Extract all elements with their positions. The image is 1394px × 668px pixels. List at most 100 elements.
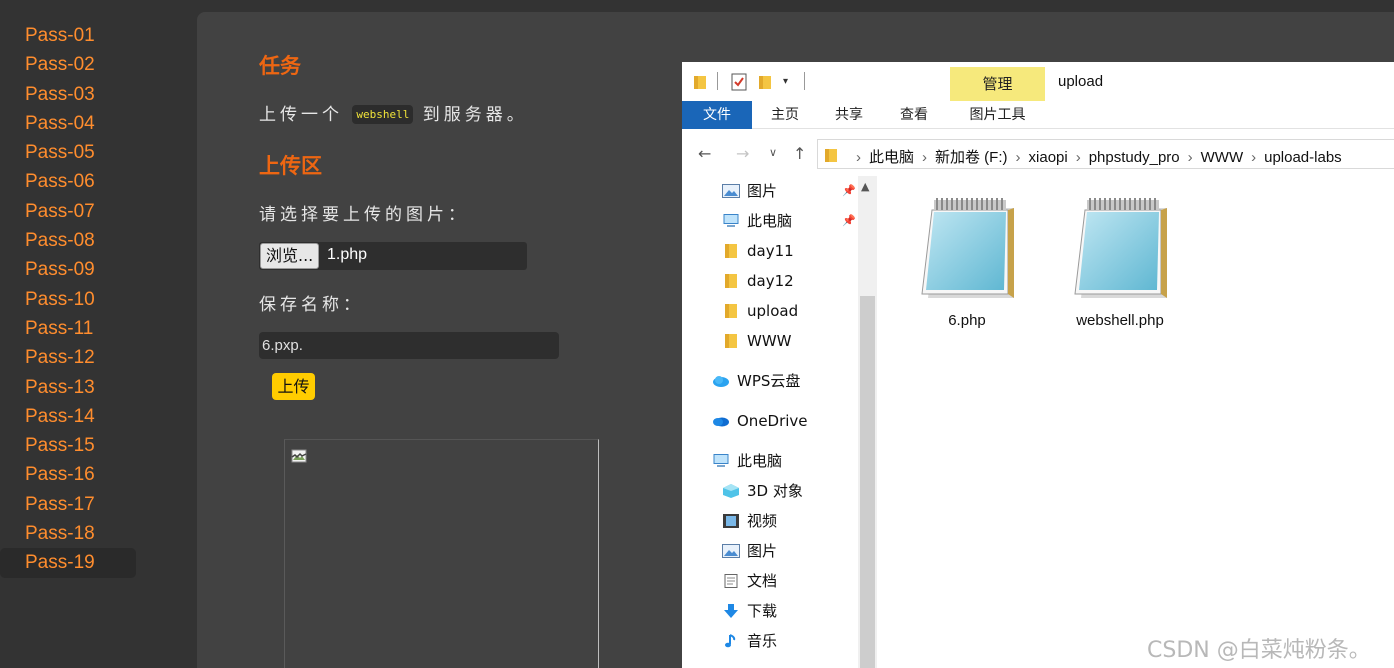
sidebar-item-pass-05[interactable]: Pass-05: [0, 138, 136, 167]
breadcrumb-separator-icon[interactable]: ›: [1251, 149, 1256, 166]
breadcrumb-item[interactable]: xiaopi: [1029, 149, 1068, 166]
tab-home[interactable]: 主页: [756, 101, 814, 129]
nav-item-label: OneDrive: [737, 412, 808, 430]
back-arrow-icon[interactable]: ←: [698, 144, 711, 163]
nav-item-0[interactable]: 图片: [722, 176, 777, 206]
file-list: 6.php webshell.php: [877, 176, 1394, 668]
sidebar-item-pass-11[interactable]: Pass-11: [0, 314, 136, 343]
tab-file[interactable]: 文件: [682, 101, 752, 129]
video-icon: [722, 512, 747, 530]
sidebar-item-pass-09[interactable]: Pass-09: [0, 255, 136, 284]
scroll-thumb[interactable]: [860, 296, 875, 668]
nav-item-label: 图片: [747, 182, 778, 200]
save-label: 保存名称：: [259, 295, 364, 315]
file-name: webshell.php: [1076, 312, 1164, 329]
manage-tab[interactable]: 管理: [950, 67, 1045, 101]
scroll-up-icon[interactable]: ▲: [861, 180, 869, 193]
save-name-input[interactable]: [259, 332, 559, 359]
tab-share[interactable]: 共享: [820, 101, 878, 129]
task-description: 上传一个 webshell 到服务器。: [259, 100, 528, 125]
breadcrumb-separator-icon[interactable]: ›: [1188, 149, 1193, 166]
sidebar: Pass-01 Pass-02 Pass-03 Pass-04 Pass-05 Pass-…: [0, 0, 190, 668]
nav-item-7[interactable]: OneDrive: [712, 406, 808, 436]
file-item[interactable]: 6.php: [897, 194, 1037, 329]
nav-item-label: 图片: [747, 542, 778, 560]
breadcrumb-separator-icon[interactable]: ›: [856, 149, 861, 166]
folder-icon: [694, 76, 706, 89]
sidebar-item-pass-12[interactable]: Pass-12: [0, 343, 136, 372]
properties-icon[interactable]: [731, 73, 747, 91]
customize-toolbar-icon[interactable]: ▾: [783, 76, 788, 87]
nav-item-label: 下载: [747, 602, 778, 620]
navigation-pane: 图片 📌 此电脑 📌 day11 day12 upload WWW WPS云盘 OneDrive 此…: [682, 176, 877, 668]
sidebar-item-pass-19[interactable]: Pass-19: [0, 548, 136, 578]
nav-scrollbar[interactable]: ▲: [858, 176, 877, 668]
sidebar-item-pass-16[interactable]: Pass-16: [0, 460, 136, 489]
sidebar-item-pass-08[interactable]: Pass-08: [0, 226, 136, 255]
file-input[interactable]: 浏览... 1.php: [259, 242, 527, 270]
nav-item-label: 此电脑: [747, 212, 793, 230]
nav-item-3[interactable]: day12: [722, 266, 794, 296]
folder-icon: [722, 332, 747, 350]
nav-item-1[interactable]: 此电脑: [722, 206, 792, 236]
chevron-down-icon[interactable]: ∨: [769, 146, 777, 159]
nav-item-14[interactable]: 音乐: [722, 626, 777, 656]
sidebar-item-pass-17[interactable]: Pass-17: [0, 490, 136, 519]
nav-item-11[interactable]: 图片: [722, 536, 777, 566]
nav-item-label: day12: [747, 272, 794, 290]
toolbar-divider: [804, 72, 805, 90]
pictures-icon: [722, 542, 747, 560]
folder-icon: [825, 149, 837, 162]
nav-item-12[interactable]: 文档: [722, 566, 777, 596]
forward-arrow-icon[interactable]: →: [736, 144, 749, 163]
breadcrumb-item[interactable]: phpstudy_pro: [1089, 149, 1180, 166]
breadcrumb-item[interactable]: WWW: [1201, 149, 1243, 166]
breadcrumb-item[interactable]: 此电脑: [869, 149, 914, 166]
download-icon: [722, 602, 747, 620]
breadcrumb-separator-icon[interactable]: ›: [922, 149, 927, 166]
sidebar-item-pass-10[interactable]: Pass-10: [0, 285, 136, 314]
nav-item-label: WWW: [747, 332, 792, 350]
file-item[interactable]: webshell.php: [1050, 194, 1190, 329]
breadcrumb-item[interactable]: 新加卷 (F:): [935, 149, 1008, 166]
sidebar-item-pass-06[interactable]: Pass-06: [0, 167, 136, 196]
sidebar-item-pass-14[interactable]: Pass-14: [0, 402, 136, 431]
breadcrumb-item[interactable]: upload-labs: [1264, 149, 1342, 166]
onedrive-icon: [712, 412, 737, 430]
sidebar-item-pass-13[interactable]: Pass-13: [0, 373, 136, 402]
sidebar-list: Pass-01 Pass-02 Pass-03 Pass-04 Pass-05 Pass-…: [0, 0, 190, 578]
watermark: CSDN @白菜炖粉条。: [1147, 638, 1371, 663]
sidebar-item-pass-02[interactable]: Pass-02: [0, 50, 136, 79]
nav-item-label: 视频: [747, 512, 778, 530]
tab-view[interactable]: 查看: [885, 101, 943, 129]
selected-file-name: 1.php: [327, 246, 368, 263]
nav-item-6[interactable]: WPS云盘: [712, 366, 800, 396]
up-arrow-icon[interactable]: ↑: [793, 144, 806, 163]
nav-item-9[interactable]: 3D 对象: [722, 476, 803, 506]
breadcrumb-separator-icon[interactable]: ›: [1016, 149, 1021, 166]
image-preview: [284, 439, 599, 668]
breadcrumb-separator-icon[interactable]: ›: [1076, 149, 1081, 166]
nav-item-5[interactable]: WWW: [722, 326, 792, 356]
task-heading: 任务: [259, 54, 301, 78]
sidebar-item-pass-18[interactable]: Pass-18: [0, 519, 136, 548]
nav-item-8[interactable]: 此电脑: [712, 446, 782, 476]
breadcrumb: › 此电脑 › 新加卷 (F:) › xiaopi › phpstudy_pro › WWW › up…: [848, 146, 1342, 167]
nav-item-2[interactable]: day11: [722, 236, 794, 266]
nav-item-4[interactable]: upload: [722, 296, 798, 326]
sidebar-item-pass-03[interactable]: Pass-03: [0, 80, 136, 109]
new-folder-icon[interactable]: [758, 74, 772, 90]
tab-picture-tools[interactable]: 图片工具: [950, 101, 1045, 129]
nav-item-label: WPS云盘: [737, 372, 801, 390]
browse-button[interactable]: 浏览...: [260, 243, 320, 269]
address-row: ← → ∨ ↑ › 此电脑 › 新加卷 (F:) › xiaopi › phpstudy_pr…: [682, 136, 1394, 170]
sidebar-item-pass-15[interactable]: Pass-15: [0, 431, 136, 460]
sidebar-item-pass-07[interactable]: Pass-07: [0, 197, 136, 226]
notepad-file-icon: [1050, 194, 1190, 308]
sidebar-item-pass-01[interactable]: Pass-01: [0, 21, 136, 50]
nav-item-13[interactable]: 下载: [722, 596, 777, 626]
upload-button[interactable]: 上传: [272, 373, 315, 400]
nav-item-10[interactable]: 视频: [722, 506, 777, 536]
sidebar-item-pass-04[interactable]: Pass-04: [0, 109, 136, 138]
address-bar[interactable]: › 此电脑 › 新加卷 (F:) › xiaopi › phpstudy_pro › WWW › up…: [817, 139, 1394, 169]
